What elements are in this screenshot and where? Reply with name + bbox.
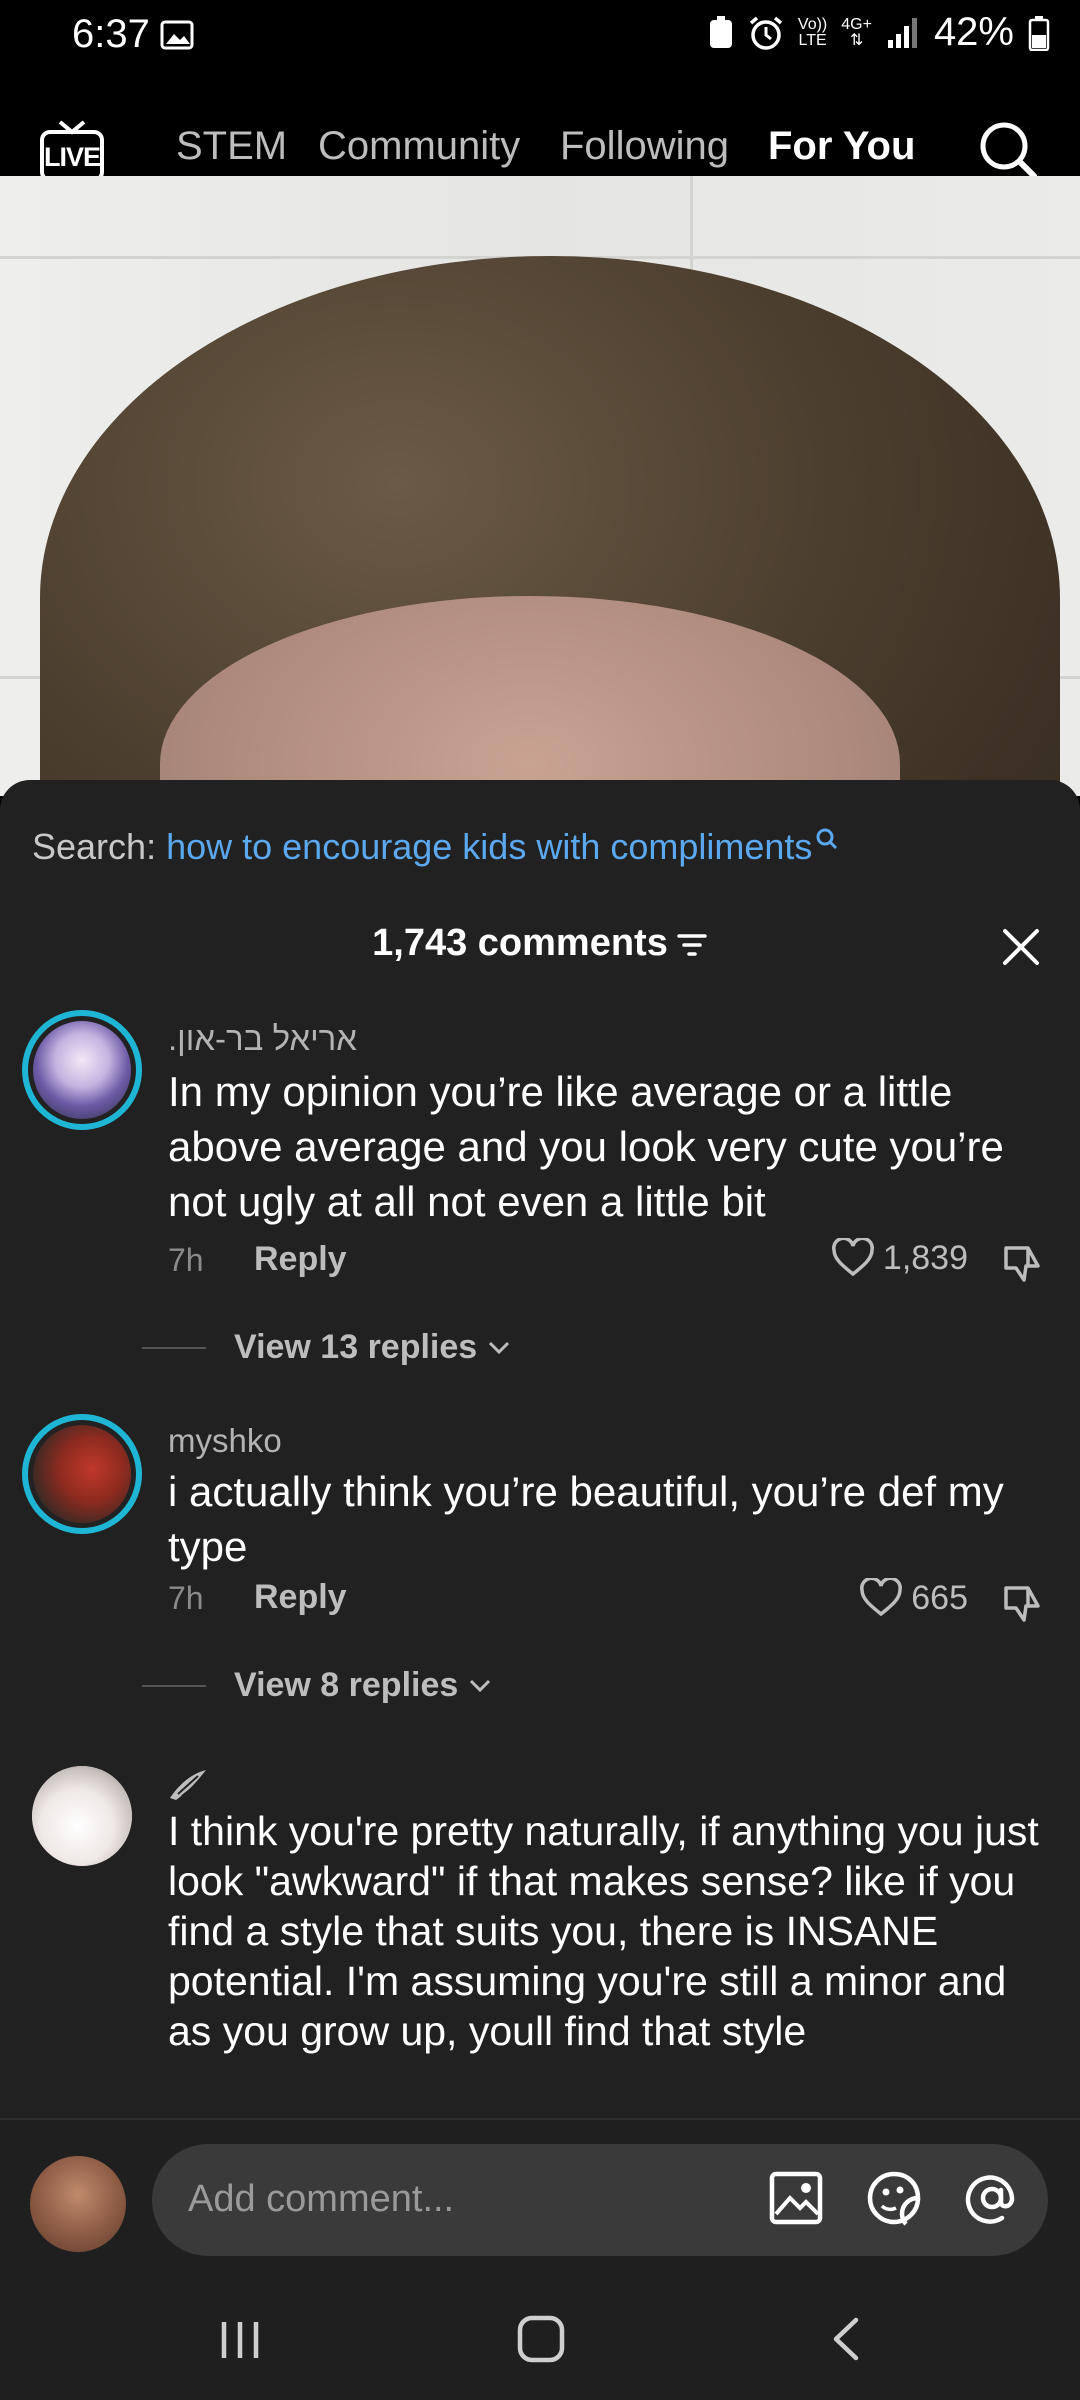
comment-input-bar: Add comment... xyxy=(0,2118,1080,2284)
comment-input-placeholder: Add comment... xyxy=(188,2178,455,2220)
close-icon[interactable] xyxy=(1000,926,1042,968)
filter-icon[interactable] xyxy=(676,931,708,959)
view-replies-label: View 13 replies xyxy=(234,1328,478,1366)
tab-stem[interactable]: STEM xyxy=(176,124,287,169)
system-navigation-bar xyxy=(0,2282,1080,2400)
status-indicators: Vo)) LTE 4G+ ⇅ 42% xyxy=(708,10,1050,55)
wing-icon xyxy=(170,1770,206,1800)
comment-username[interactable]: myshko xyxy=(168,1422,282,1460)
comments-count: 1,743 comments xyxy=(372,922,668,964)
search-icon xyxy=(816,828,838,850)
like-count: 665 xyxy=(911,1578,968,1617)
view-replies-label: View 8 replies xyxy=(234,1666,459,1704)
mention-icon[interactable] xyxy=(962,2168,1022,2228)
comment-text: i actually think you’re beautiful, you’r… xyxy=(168,1468,1004,1570)
recents-icon[interactable] xyxy=(216,2316,264,2364)
comment-username[interactable]: .אריאל בר-און xyxy=(168,1020,357,1058)
live-label: LIVE xyxy=(44,142,101,172)
avatar[interactable] xyxy=(32,1766,132,1866)
like-button[interactable]: 665 xyxy=(859,1578,968,1618)
status-bar: 6:37 Vo)) LTE 4G+ ⇅ 42% xyxy=(0,0,1080,76)
replies-divider xyxy=(142,1346,206,1349)
comments-panel: Search: how to encourage kids with compl… xyxy=(0,780,1080,2120)
replies-divider xyxy=(142,1684,206,1687)
view-replies-button[interactable]: View 8 replies xyxy=(142,1666,492,1705)
avatar[interactable] xyxy=(30,2156,126,2252)
comment-time: 7h xyxy=(168,1242,204,1278)
tab-for-you[interactable]: For You xyxy=(768,124,915,169)
network-type: Vo)) LTE xyxy=(797,15,828,49)
comment-input[interactable]: Add comment... xyxy=(152,2144,1048,2256)
photo-icon[interactable] xyxy=(766,2168,826,2228)
dislike-icon[interactable] xyxy=(1000,1582,1044,1626)
battery-percent: 42% xyxy=(933,10,1014,54)
image-icon xyxy=(160,20,194,50)
like-count: 1,839 xyxy=(882,1238,968,1277)
search-suggestion-label: Search: xyxy=(32,826,157,867)
search-suggestion-query[interactable]: how to encourage kids with compliments xyxy=(166,826,812,867)
chevron-down-icon xyxy=(489,1341,510,1354)
avatar[interactable] xyxy=(22,1414,142,1534)
comment-time: 7h xyxy=(168,1580,204,1616)
heart-icon xyxy=(860,1578,903,1617)
video-player[interactable] xyxy=(0,176,1080,796)
reply-button[interactable]: Reply xyxy=(254,1240,347,1279)
alarm-icon xyxy=(749,16,783,50)
chevron-down-icon xyxy=(470,1679,491,1692)
comment-text: In my opinion you’re like average or a l… xyxy=(168,1068,1004,1225)
status-time: 6:37 xyxy=(72,12,150,56)
input-actions xyxy=(766,2168,1022,2228)
like-button[interactable]: 1,839 xyxy=(831,1238,968,1278)
search-icon[interactable] xyxy=(976,118,1040,182)
top-nav xyxy=(0,76,1080,176)
dislike-icon[interactable] xyxy=(1000,1242,1044,1286)
signal-icon xyxy=(887,17,917,48)
sticker-icon[interactable] xyxy=(864,2168,924,2228)
data-indicator: 4G+ ⇅ xyxy=(841,15,872,49)
view-replies-button[interactable]: View 13 replies xyxy=(142,1328,511,1367)
comment-text: I think you're pretty naturally, if anyt… xyxy=(168,1808,1039,2054)
home-icon[interactable] xyxy=(516,2314,566,2364)
avatar[interactable] xyxy=(22,1010,142,1130)
battery-saver-icon xyxy=(709,15,732,48)
back-icon[interactable] xyxy=(822,2314,870,2364)
battery-icon xyxy=(1028,15,1050,51)
tab-community[interactable]: Community xyxy=(318,124,520,169)
search-suggestion[interactable]: Search: how to encourage kids with compl… xyxy=(32,826,840,868)
tab-following[interactable]: Following xyxy=(560,124,729,169)
heart-icon xyxy=(831,1238,874,1277)
comments-count-header: 1,743 comments xyxy=(0,922,1080,965)
reply-button[interactable]: Reply xyxy=(254,1578,347,1617)
